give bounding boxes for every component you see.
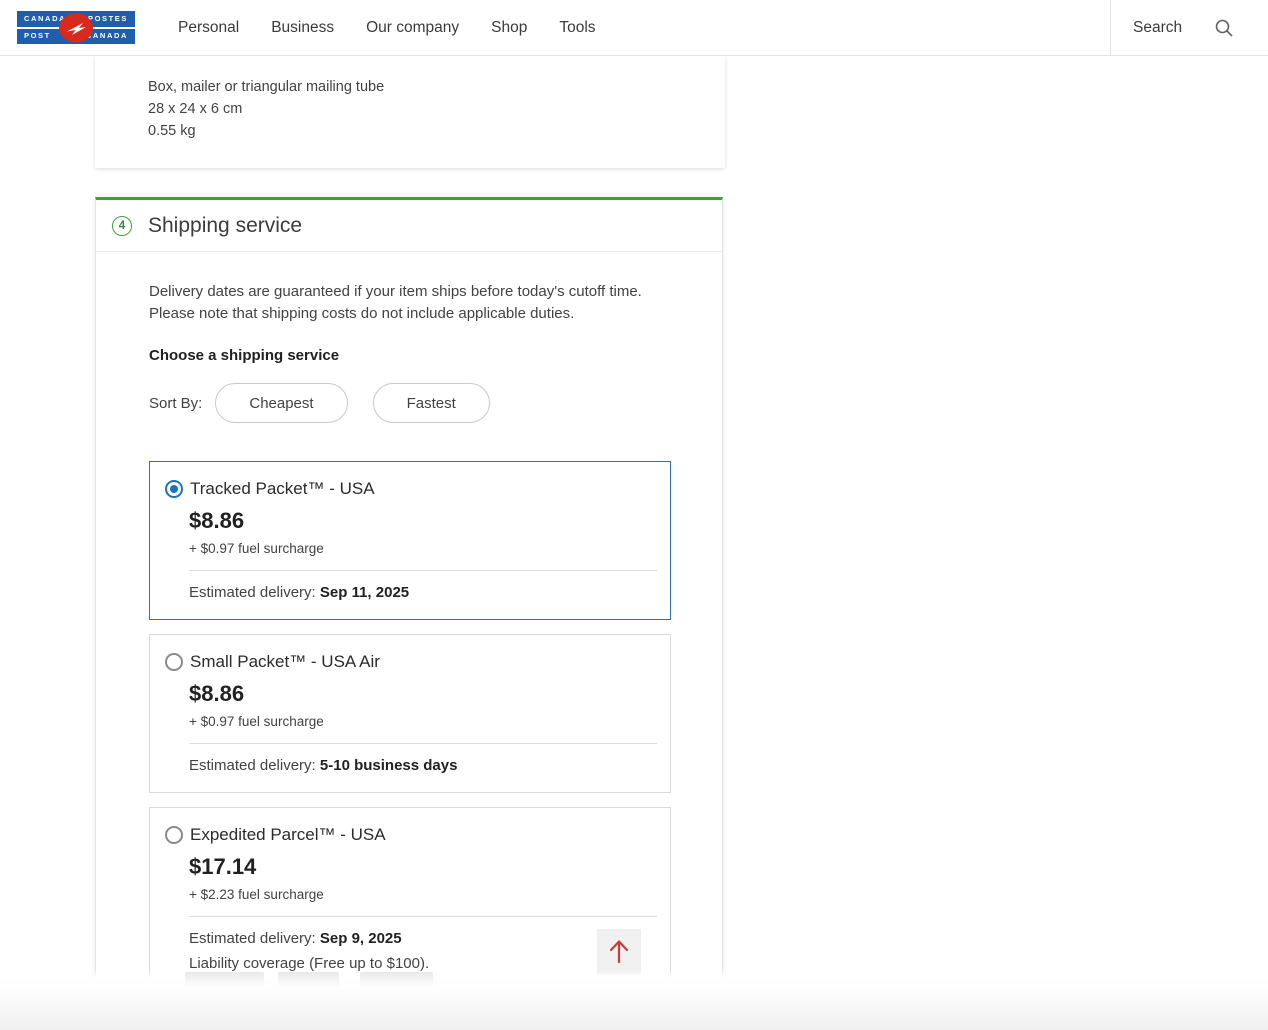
service-card-tracked-packet-usa[interactable]: Tracked Packet™ - USA $8.86 + $0.97 fuel… <box>149 461 671 620</box>
radio-small-packet-usa-air[interactable] <box>165 653 183 671</box>
service-card-expedited-parcel-usa[interactable]: Expedited Parcel™ - USA $17.14 + $2.23 f… <box>149 807 671 993</box>
estimated-delivery: Estimated delivery: Sep 9, 2025 <box>189 930 655 947</box>
back-to-top-button[interactable] <box>597 929 641 975</box>
service-price: $17.14 <box>189 854 655 880</box>
service-name: Small Packet™ - USA Air <box>190 652 380 672</box>
radio-tracked-packet-usa[interactable] <box>165 480 183 498</box>
package-weight: 0.55 kg <box>148 120 725 142</box>
nav-item-shop[interactable]: Shop <box>491 19 527 37</box>
logo-text-post: POST <box>24 32 51 40</box>
nav-item-our-company[interactable]: Our company <box>366 19 459 37</box>
service-price: $8.86 <box>189 508 655 534</box>
service-card-small-packet-usa-air[interactable]: Small Packet™ - USA Air $8.86 + $0.97 fu… <box>149 634 671 793</box>
liability-coverage-note: Liability coverage (Free up to $100). <box>189 955 655 992</box>
sort-cheapest-button[interactable]: Cheapest <box>215 383 347 423</box>
package-dimensions: 28 x 24 x 6 cm <box>148 98 725 120</box>
service-fuel-surcharge: + $2.23 fuel surcharge <box>189 887 655 902</box>
section-title: Shipping service <box>148 214 302 238</box>
service-name: Expedited Parcel™ - USA <box>190 825 386 845</box>
sort-by-row: Sort By: Cheapest Fastest <box>149 383 669 423</box>
header-divider <box>1110 0 1111 55</box>
step-number-badge: 4 <box>112 216 132 236</box>
nav-item-tools[interactable]: Tools <box>559 19 595 37</box>
nav-item-personal[interactable]: Personal <box>178 19 239 37</box>
card-divider <box>189 743 657 744</box>
sort-by-label: Sort By: <box>149 395 202 412</box>
sort-fastest-button[interactable]: Fastest <box>373 383 490 423</box>
shipping-service-section: 4 Shipping service Delivery dates are gu… <box>95 197 723 987</box>
nav-item-business[interactable]: Business <box>271 19 334 37</box>
arrow-up-icon <box>604 935 634 970</box>
package-summary-card: Box, mailer or triangular mailing tube 2… <box>95 56 725 168</box>
canada-post-logo[interactable]: CANADA POSTES POST CANADA <box>17 11 135 44</box>
service-price: $8.86 <box>189 681 655 707</box>
search-icon[interactable] <box>1214 18 1234 38</box>
estimated-delivery: Estimated delivery: 5-10 business days <box>189 757 655 792</box>
canada-post-wing-icon <box>59 13 93 42</box>
choose-service-heading: Choose a shipping service <box>149 347 669 364</box>
card-divider <box>189 570 657 571</box>
section-body: Delivery dates are guaranteed if your it… <box>96 281 722 993</box>
card-divider <box>189 916 657 917</box>
service-fuel-surcharge: + $0.97 fuel surcharge <box>189 714 655 729</box>
estimated-delivery: Estimated delivery: Sep 11, 2025 <box>189 584 655 619</box>
page: CANADA POSTES POST CANADA Personal Busin… <box>0 0 1268 1030</box>
package-type: Box, mailer or triangular mailing tube <box>148 76 725 98</box>
main-nav: Personal Business Our company Shop Tools <box>178 0 596 55</box>
top-navigation-bar: CANADA POSTES POST CANADA Personal Busin… <box>0 0 1268 56</box>
service-name: Tracked Packet™ - USA <box>190 479 375 499</box>
search-label[interactable]: Search <box>1133 19 1182 37</box>
section-description: Delivery dates are guaranteed if your it… <box>149 281 671 325</box>
radio-expedited-parcel-usa[interactable] <box>165 826 183 844</box>
service-fuel-surcharge: + $0.97 fuel surcharge <box>189 541 655 556</box>
logo-text-postes: POSTES <box>88 15 128 23</box>
search-control[interactable]: Search <box>1133 0 1234 55</box>
section-header: 4 Shipping service <box>96 200 722 252</box>
